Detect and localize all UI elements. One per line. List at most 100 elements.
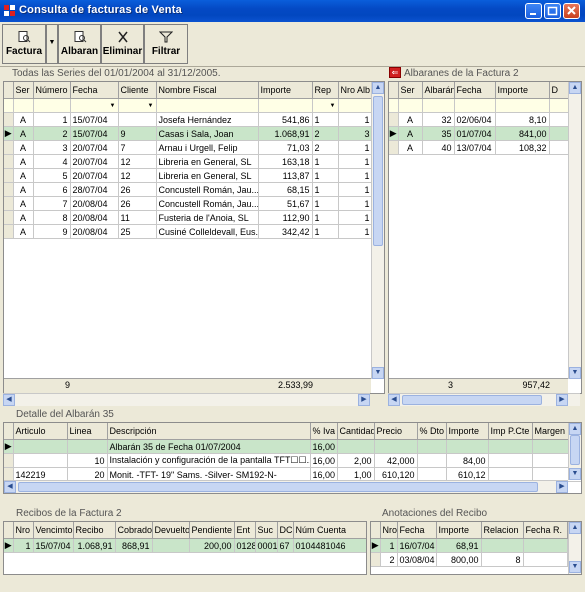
column-header[interactable]: Rep [312, 82, 339, 99]
table-cell[interactable]: 8,10 [495, 112, 550, 127]
dropdown-arrow-icon[interactable]: ▼ [330, 103, 336, 109]
eliminar-button[interactable]: Eliminar [101, 24, 144, 64]
facturas-horizontal-scrollbar[interactable]: ◀ ▶ [3, 393, 370, 406]
table-cell[interactable]: 32 [422, 112, 455, 127]
table-cell[interactable]: Concustell Román, Jau... [156, 182, 259, 197]
table-row[interactable]: A 9 20/08/04 25 Cusiné Colleldevall, Eus... 3… [4, 224, 373, 239]
table-cell[interactable] [337, 439, 375, 454]
albaran-button[interactable]: Albaran [58, 24, 101, 64]
scroll-down-icon[interactable]: ▼ [569, 468, 581, 480]
column-header[interactable]: Fecha [70, 82, 119, 99]
table-cell[interactable] [488, 439, 533, 454]
table-cell[interactable]: 868,91 [115, 538, 153, 553]
table-cell[interactable]: 800,00 [436, 552, 482, 567]
table-cell[interactable]: 0104481046 [293, 538, 366, 553]
table-cell[interactable]: 1 [338, 210, 373, 225]
table-cell[interactable]: 200,00 [189, 538, 235, 553]
scroll-thumb[interactable] [18, 482, 538, 492]
column-header[interactable]: Número [33, 82, 71, 99]
table-cell[interactable] [446, 439, 489, 454]
table-cell[interactable]: Libreria en General, SL [156, 154, 259, 169]
table-cell[interactable] [523, 538, 568, 553]
table-row[interactable]: ▶ 1 16/07/04 68,91 [371, 538, 568, 553]
column-header[interactable]: Importe [436, 522, 482, 539]
table-cell[interactable]: 1 [380, 538, 398, 553]
anotaciones-vertical-scrollbar[interactable]: ▲ ▼ [568, 522, 581, 574]
table-cell[interactable]: A [13, 154, 34, 169]
recibos-grid[interactable]: Nro Vencimto Recibo Cobrado Devuelto Pen… [3, 521, 367, 575]
table-row[interactable]: ▶ A 2 15/07/04 9 Casas i Sala, Joan 1.068,91 2 3 [4, 126, 373, 141]
table-cell[interactable] [67, 439, 108, 454]
column-header[interactable]: Precio [374, 423, 418, 440]
table-cell[interactable]: A [398, 112, 423, 127]
scroll-left-icon[interactable]: ◀ [4, 481, 16, 493]
table-cell[interactable]: 71,03 [258, 140, 313, 155]
table-cell[interactable]: 16,00 [310, 453, 338, 468]
table-cell[interactable]: 2 [312, 140, 339, 155]
dropdown-arrow-icon[interactable]: ▼ [110, 103, 116, 109]
column-header[interactable]: Fecha R. [523, 522, 568, 539]
column-header[interactable]: Cobrado [115, 522, 153, 539]
table-cell[interactable]: 20/08/04 [70, 210, 119, 225]
table-row[interactable]: A 5 20/07/04 12 Libreria en General, SL 113,8… [4, 168, 373, 183]
column-header[interactable]: Ser [398, 82, 423, 99]
table-cell[interactable]: A [13, 224, 34, 239]
table-cell[interactable]: A [13, 196, 34, 211]
table-cell[interactable]: 1 [338, 182, 373, 197]
filter-row[interactable]: ▼ ▼ ▼ [4, 98, 373, 113]
table-cell[interactable]: Instalación y configuración de la pantal… [107, 453, 311, 468]
table-cell[interactable]: 12 [118, 168, 157, 183]
table-row[interactable]: 2 03/08/04 800,00 8 [371, 552, 568, 567]
table-row[interactable]: ▶ 1 15/07/04 1.068,91 868,91 200,00 0128 0001 67… [4, 538, 366, 553]
scroll-down-icon[interactable]: ▼ [569, 561, 581, 573]
table-row[interactable]: ▶ A 35 01/07/04 841,00 [389, 126, 572, 141]
factura-dropdown-button[interactable]: ▼ [46, 24, 58, 64]
table-row[interactable]: A 8 20/08/04 11 Fusteria de l'Anoia, SL 112,9… [4, 210, 373, 225]
table-cell[interactable]: 2 [33, 126, 71, 141]
column-header[interactable]: Nombre Fiscal [156, 82, 259, 99]
column-header[interactable]: % Dto [417, 423, 447, 440]
table-cell[interactable]: 1 [338, 140, 373, 155]
table-cell[interactable]: 12 [118, 154, 157, 169]
column-header[interactable]: Vencimto [33, 522, 74, 539]
facturas-vertical-scrollbar[interactable]: ▲ ▼ [371, 82, 384, 379]
table-cell[interactable]: 2 [312, 126, 339, 141]
dropdown-arrow-icon[interactable]: ▼ [148, 103, 154, 109]
table-row[interactable]: 10 Instalación y configuración de la pant… [4, 453, 581, 468]
table-cell[interactable] [13, 453, 68, 468]
column-header[interactable]: Núm Cuenta [293, 522, 366, 539]
table-cell[interactable]: 20/08/04 [70, 196, 119, 211]
table-cell[interactable]: 1 [13, 538, 34, 553]
column-header[interactable]: Linea [67, 423, 108, 440]
scroll-right-icon[interactable]: ▶ [358, 394, 370, 406]
table-row[interactable]: A 7 20/08/04 26 Concustell Román, Jau... 51,6… [4, 196, 373, 211]
table-cell[interactable]: 1 [338, 224, 373, 239]
table-row[interactable]: A 3 20/07/04 7 Arnau i Urgell, Felip 71,03 2 1 [4, 140, 373, 155]
column-header[interactable]: Importe [258, 82, 313, 99]
table-cell[interactable]: 1 [312, 210, 339, 225]
table-cell[interactable]: 163,18 [258, 154, 313, 169]
table-cell[interactable]: 16/07/04 [397, 538, 437, 553]
table-cell[interactable]: 15/07/04 [33, 538, 74, 553]
column-header[interactable]: Nro Alb [338, 82, 373, 99]
table-cell[interactable]: 15/07/04 [70, 126, 119, 141]
table-cell[interactable]: 35 [422, 126, 455, 141]
table-cell[interactable]: 1 [312, 154, 339, 169]
table-cell[interactable] [374, 439, 418, 454]
column-header[interactable]: Recibo [73, 522, 116, 539]
column-header[interactable]: Suc [255, 522, 278, 539]
table-cell[interactable]: 1.068,91 [258, 126, 313, 141]
table-cell[interactable]: 4 [33, 154, 71, 169]
table-cell[interactable] [118, 112, 157, 127]
table-cell[interactable]: 1 [312, 168, 339, 183]
table-cell[interactable]: 1 [312, 112, 339, 127]
filter-row[interactable] [389, 98, 572, 113]
scroll-left-icon[interactable]: ◀ [3, 394, 15, 406]
table-cell[interactable]: 67 [277, 538, 294, 553]
factura-button[interactable]: Factura [2, 24, 46, 64]
table-cell[interactable] [488, 453, 533, 468]
table-cell[interactable]: 15/07/04 [70, 112, 119, 127]
table-cell[interactable]: 1 [338, 112, 373, 127]
albaranes-vertical-scrollbar[interactable]: ▲ ▼ [568, 82, 581, 379]
table-cell[interactable]: 9 [118, 126, 157, 141]
